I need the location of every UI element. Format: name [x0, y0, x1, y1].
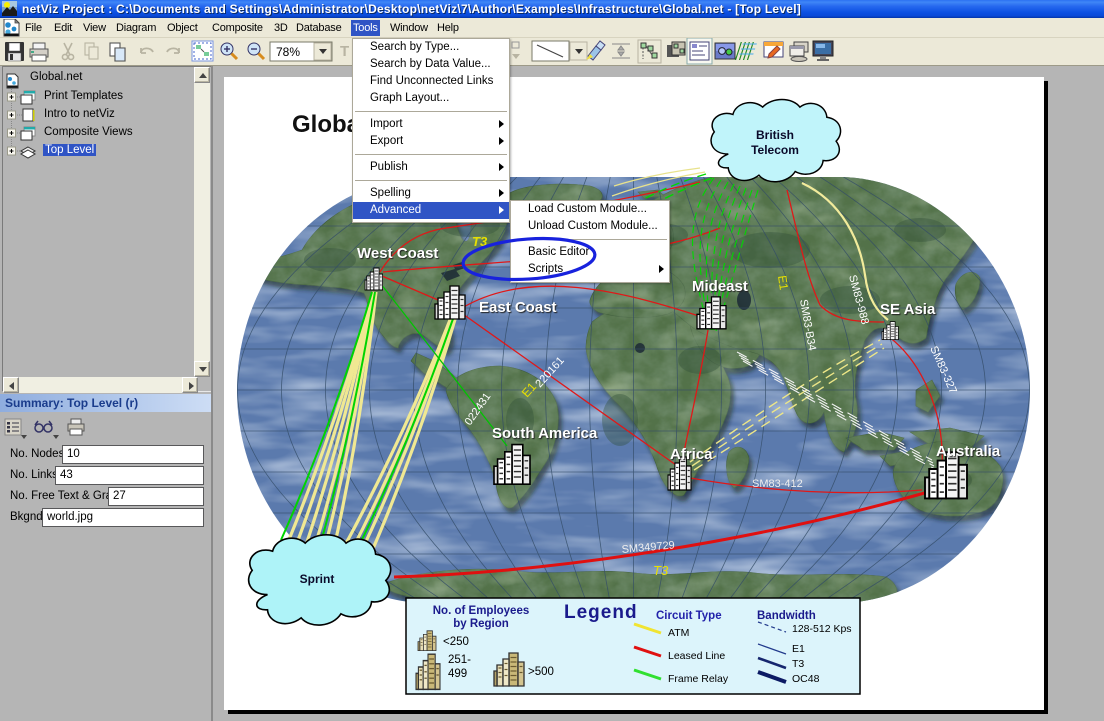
- svg-text:Telecom: Telecom: [751, 143, 799, 157]
- svg-text:Australia: Australia: [936, 443, 1001, 460]
- svg-text:West Coast: West Coast: [357, 245, 438, 262]
- svg-text:499: 499: [448, 668, 467, 680]
- svg-text:<250: <250: [443, 636, 469, 648]
- svg-text:E1: E1: [775, 274, 791, 291]
- svg-text:128-512 Kps: 128-512 Kps: [792, 623, 852, 635]
- svg-text:Legend: Legend: [564, 602, 638, 623]
- svg-text:E1: E1: [792, 643, 805, 655]
- svg-text:Leased Line: Leased Line: [668, 650, 725, 662]
- svg-text:251-: 251-: [448, 654, 471, 666]
- svg-text:SM83-412: SM83-412: [752, 478, 803, 490]
- svg-text:ATM: ATM: [668, 627, 689, 639]
- svg-text:T: T: [340, 43, 349, 60]
- svg-text:T3: T3: [653, 563, 669, 578]
- svg-text:SE Asia: SE Asia: [880, 301, 936, 318]
- svg-text:Sprint: Sprint: [300, 572, 335, 586]
- svg-text:T3: T3: [792, 658, 804, 670]
- svg-text:Mideast: Mideast: [692, 278, 748, 295]
- svg-text:>500: >500: [528, 666, 554, 678]
- svg-text:Bandwidth: Bandwidth: [757, 610, 816, 622]
- svg-text:Frame Relay: Frame Relay: [668, 673, 729, 685]
- svg-text:by Region: by Region: [453, 618, 509, 630]
- svg-text:No. of Employees: No. of Employees: [433, 605, 530, 617]
- svg-text:South America: South America: [492, 425, 598, 442]
- svg-text:OC48: OC48: [792, 673, 820, 685]
- svg-text:T3: T3: [472, 234, 488, 249]
- svg-text:Africa: Africa: [670, 446, 713, 463]
- svg-text:British: British: [756, 128, 794, 142]
- svg-text:78%: 78%: [276, 45, 300, 59]
- svg-text:East Coast: East Coast: [479, 299, 557, 316]
- svg-text:Circuit Type: Circuit Type: [656, 610, 722, 622]
